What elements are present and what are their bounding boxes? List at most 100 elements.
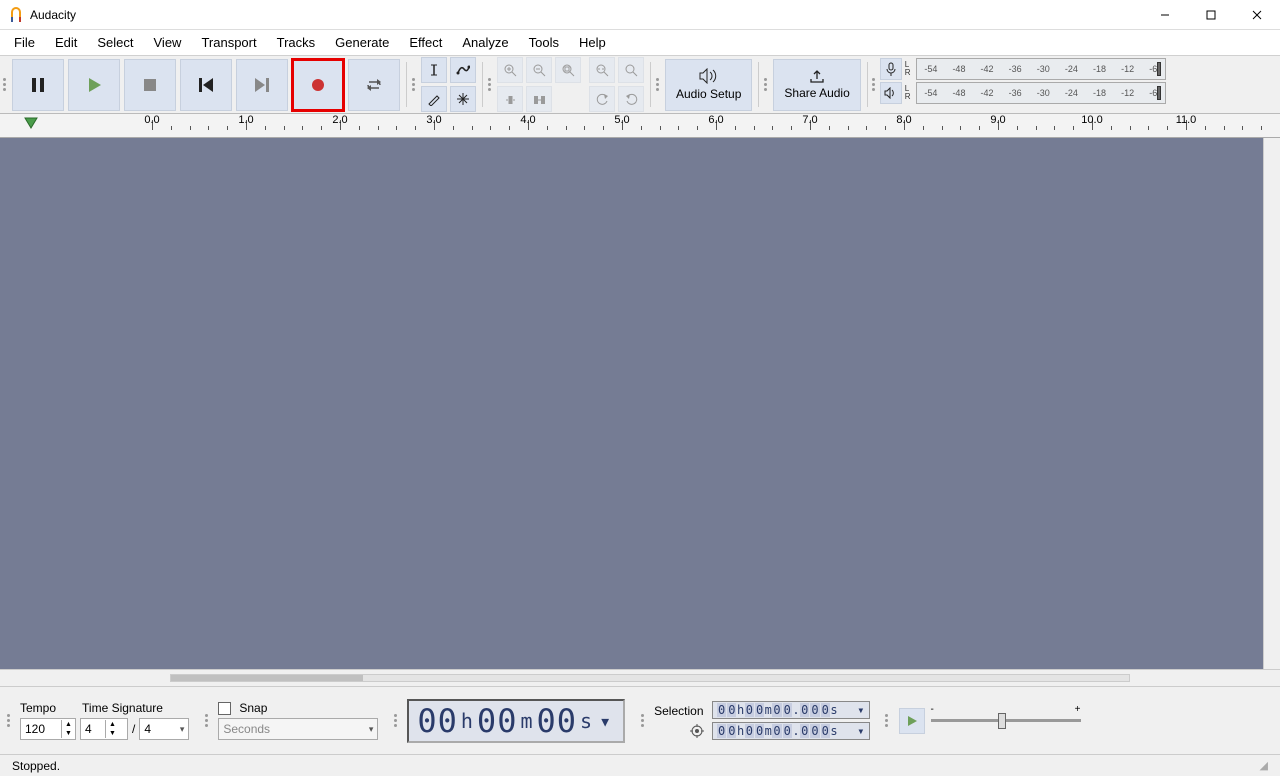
bottom-grip-4[interactable]	[638, 714, 646, 727]
bottom-toolbar: Tempo Time Signature ▲▼ ▲▼ / 4▾ Snap Sec…	[0, 686, 1280, 754]
toolbar-grip[interactable]	[0, 56, 8, 113]
selection-section: Selection 00h00m00.000s▾ 00h00m00.000s▾	[646, 697, 877, 744]
minimize-button[interactable]	[1142, 0, 1188, 30]
tsig-den-value: 4	[144, 722, 151, 736]
undo-button[interactable]	[589, 86, 615, 112]
playhead-marker-icon[interactable]	[24, 117, 38, 129]
menu-generate[interactable]: Generate	[325, 31, 399, 54]
pause-button[interactable]	[12, 59, 64, 111]
resize-grip-icon[interactable]: ◢	[1260, 759, 1268, 772]
loop-button[interactable]	[348, 59, 400, 111]
zoom-out-button[interactable]	[526, 57, 552, 83]
tempo-field[interactable]	[21, 720, 61, 738]
menu-select[interactable]: Select	[87, 31, 143, 54]
fit-selection-button[interactable]	[555, 57, 581, 83]
redo-button[interactable]	[618, 86, 644, 112]
rec-level-slider[interactable]	[1157, 62, 1161, 76]
menu-view[interactable]: View	[144, 31, 192, 54]
window-controls	[1142, 0, 1280, 30]
hscroll-thumb[interactable]	[171, 675, 363, 681]
bottom-grip-5[interactable]	[883, 714, 891, 727]
skip-start-button[interactable]	[180, 59, 232, 111]
audio-setup-label: Audio Setup	[676, 87, 741, 101]
titlebar: Audacity	[0, 0, 1280, 30]
audio-setup-button[interactable]: Audio Setup	[665, 59, 752, 111]
maximize-button[interactable]	[1188, 0, 1234, 30]
horizontal-scrollbar[interactable]	[170, 674, 1130, 682]
time-counter[interactable]: 00h 00m 00s▾	[407, 699, 625, 743]
selection-tool[interactable]	[421, 57, 447, 83]
silence-button[interactable]	[526, 86, 552, 112]
track-area[interactable]	[0, 138, 1280, 669]
menu-file[interactable]: File	[4, 31, 45, 54]
snap-checkbox[interactable]	[218, 702, 231, 715]
selection-start-input[interactable]: 00h00m00.000s▾	[712, 701, 870, 719]
app-logo-icon	[8, 7, 24, 23]
menu-analyze[interactable]: Analyze	[452, 31, 518, 54]
upload-icon	[809, 69, 825, 83]
play-lr-label: LR	[905, 85, 913, 101]
tsig-divider: /	[132, 722, 135, 736]
selection-settings-icon[interactable]	[690, 724, 704, 738]
menu-effect[interactable]: Effect	[399, 31, 452, 54]
multi-tool[interactable]	[450, 86, 476, 112]
menu-edit[interactable]: Edit	[45, 31, 87, 54]
tempo-down[interactable]: ▼	[61, 729, 75, 738]
play-level-slider[interactable]	[1157, 86, 1161, 100]
fit-project-button[interactable]	[589, 57, 615, 83]
speed-thumb[interactable]	[998, 713, 1006, 729]
close-button[interactable]	[1234, 0, 1280, 30]
bottom-grip-1[interactable]	[4, 714, 12, 727]
share-audio-button[interactable]: Share Audio	[773, 59, 860, 111]
bottom-grip-2[interactable]	[202, 714, 210, 727]
tsig-den-combo[interactable]: 4▾	[139, 718, 189, 740]
record-button[interactable]	[292, 59, 344, 111]
speaker-small-icon[interactable]	[880, 82, 902, 104]
envelope-tool[interactable]	[450, 57, 476, 83]
tempo-section: Tempo Time Signature ▲▼ ▲▼ / 4▾	[12, 697, 197, 744]
play-button[interactable]	[68, 59, 120, 111]
timeline-label: 1.0	[238, 114, 253, 126]
play-at-speed-button[interactable]	[899, 708, 925, 734]
tsig-num-field[interactable]	[81, 720, 105, 738]
zoom-toolbar	[585, 56, 648, 113]
toolbar-grip-3[interactable]	[485, 56, 493, 113]
snap-unit-combo[interactable]: Seconds▾	[218, 718, 378, 740]
selection-end-input[interactable]: 00h00m00.000s▾	[712, 722, 870, 740]
recording-meter-scale[interactable]: -54 -48 -42 -36 -30 -24 -18 -12 -6	[916, 58, 1166, 80]
speed-minus-label: -	[931, 704, 934, 715]
menu-help[interactable]: Help	[569, 31, 616, 54]
timeline-ruler[interactable]: 0.01.02.03.04.05.06.07.08.09.010.011.0	[0, 114, 1280, 138]
playback-meter-scale[interactable]: -54 -48 -42 -36 -30 -24 -18 -12 -6	[916, 82, 1166, 104]
timeline-label: 2.0	[332, 114, 347, 126]
playback-speed-slider[interactable]: - +	[931, 708, 1081, 734]
playback-meter[interactable]: LR -54 -48 -42 -36 -30 -24 -18 -12 -6	[880, 82, 1166, 104]
snap-label: Snap	[239, 701, 267, 715]
menu-tools[interactable]: Tools	[519, 31, 569, 54]
timeline-label: 10.0	[1081, 114, 1102, 126]
zoom-in-button[interactable]	[497, 57, 523, 83]
vertical-scrollbar[interactable]	[1263, 138, 1280, 669]
menu-transport[interactable]: Transport	[191, 31, 266, 54]
trim-button[interactable]	[497, 86, 523, 112]
draw-tool[interactable]	[421, 86, 447, 112]
timeline-label: 0.0	[144, 114, 159, 126]
zoom-toggle-button[interactable]	[618, 57, 644, 83]
toolbar-grip-5[interactable]	[761, 56, 769, 113]
timeline-label: 5.0	[614, 114, 629, 126]
timeline-label: 4.0	[520, 114, 535, 126]
recording-meter[interactable]: LR -54 -48 -42 -36 -30 -24 -18 -12 -6	[880, 58, 1166, 80]
stop-button[interactable]	[124, 59, 176, 111]
bottom-grip-3[interactable]	[391, 714, 399, 727]
transport-toolbar	[8, 56, 404, 113]
tempo-input[interactable]: ▲▼	[20, 718, 76, 740]
skip-end-button[interactable]	[236, 59, 288, 111]
menu-tracks[interactable]: Tracks	[267, 31, 326, 54]
toolbar-grip-2[interactable]	[409, 56, 417, 113]
toolbar-grip-4[interactable]	[653, 56, 661, 113]
tempo-up[interactable]: ▲	[61, 720, 75, 729]
speaker-icon	[699, 68, 719, 84]
toolbar-grip-6[interactable]	[870, 56, 878, 113]
tsig-num-input[interactable]: ▲▼	[80, 718, 128, 740]
microphone-icon[interactable]	[880, 58, 902, 80]
